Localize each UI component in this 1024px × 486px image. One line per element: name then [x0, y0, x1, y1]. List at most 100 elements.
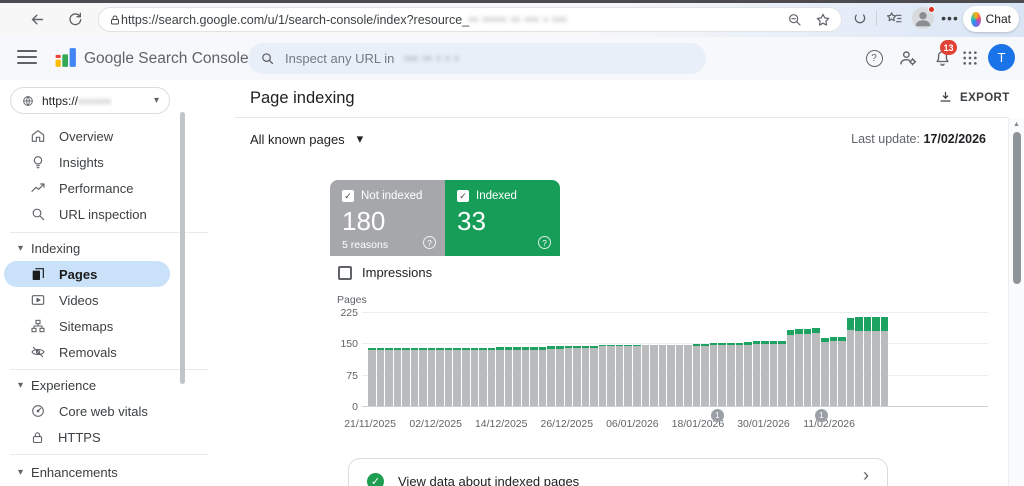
section-enhancements[interactable]: ▾ Enhancements [18, 462, 118, 482]
browser-profile-avatar[interactable] [912, 6, 935, 29]
chart-bar[interactable] [538, 347, 547, 406]
chart-bar[interactable] [744, 341, 752, 406]
chart-bar[interactable] [573, 345, 581, 406]
url-inspect-searchbox[interactable]: Inspect any URL in ••• •• • • • [248, 43, 706, 74]
google-apps-grid-icon[interactable] [958, 46, 982, 70]
chart-bar[interactable] [444, 347, 453, 406]
chart-bar[interactable] [829, 337, 838, 406]
chart-bar[interactable] [667, 344, 675, 406]
chart-bar[interactable] [709, 343, 718, 406]
chart-bar[interactable] [778, 340, 786, 406]
chart-bar[interactable] [615, 345, 624, 406]
copilot-chat-button[interactable]: Chat [963, 6, 1019, 32]
sidebar-item-sitemaps[interactable]: Sitemaps [0, 313, 190, 339]
chart-bar[interactable] [872, 317, 880, 406]
chart-bar[interactable] [521, 347, 530, 406]
address-bar[interactable]: https://search.google.com/u/1/search-con… [98, 7, 842, 32]
checkbox-checked-icon[interactable]: ✓ [457, 190, 469, 202]
refresh-icon[interactable] [64, 8, 86, 30]
help-icon[interactable]: ? [538, 236, 551, 249]
chart-bar[interactable] [368, 347, 376, 406]
page-filter-dropdown[interactable]: All known pages ▾ [250, 131, 363, 147]
chart-bar[interactable] [838, 336, 846, 406]
annotation-marker[interactable]: 1 [710, 409, 724, 422]
chart-bar[interactable] [795, 328, 803, 406]
menu-icon[interactable] [17, 50, 37, 64]
sidebar-item-videos[interactable]: Videos [0, 287, 190, 313]
section-experience[interactable]: ▾ Experience [18, 375, 96, 395]
chart-bar[interactable] [410, 347, 419, 406]
favorites-hub-icon[interactable] [884, 8, 904, 28]
chart-bar[interactable] [718, 343, 726, 406]
chart-bar[interactable] [547, 346, 556, 406]
chart-bar[interactable] [863, 317, 872, 406]
chart-bar[interactable] [855, 317, 863, 406]
export-button[interactable]: EXPORT [938, 90, 1010, 105]
chart-bar[interactable] [564, 345, 573, 406]
sidebar-item-overview[interactable]: Overview [0, 123, 190, 149]
chart-bar[interactable] [761, 341, 769, 406]
indexed-card[interactable]: ✓ Indexed 33 ? [445, 180, 560, 256]
chart-bar[interactable] [684, 344, 692, 406]
sidebar-item-core-web-vitals[interactable]: Core web vitals [0, 398, 190, 424]
chart-bar[interactable] [530, 347, 538, 406]
chart-bar[interactable] [735, 342, 744, 406]
not-indexed-card[interactable]: ✓ Not indexed 180 5 reasons ? [330, 180, 445, 256]
checkbox-checked-icon[interactable]: ✓ [342, 190, 354, 202]
chart-bar[interactable] [650, 344, 658, 406]
property-selector[interactable]: https://••••••• ▾ [10, 87, 170, 114]
help-icon[interactable]: ? [862, 46, 886, 70]
chart-bar[interactable] [658, 344, 667, 406]
chart-bar[interactable] [479, 347, 487, 406]
chart-bar[interactable] [385, 347, 393, 406]
chart-bar[interactable] [675, 344, 684, 406]
favorite-star-icon[interactable] [815, 12, 831, 28]
sidebar-item-url-inspection[interactable]: URL inspection [0, 201, 190, 227]
chart-bar[interactable] [786, 329, 795, 406]
browser-menu-icon[interactable]: ••• [940, 8, 960, 28]
chart-bar[interactable] [453, 347, 462, 406]
chart-bar[interactable] [496, 347, 504, 406]
chart-bar[interactable] [419, 347, 427, 406]
main-scrollbar[interactable]: ▲ [1008, 118, 1024, 486]
chart-bar[interactable] [393, 347, 402, 406]
chart-bar[interactable] [402, 347, 410, 406]
sidebar-item-removals[interactable]: Removals [0, 339, 190, 365]
chart-bar[interactable] [641, 344, 650, 406]
chart-bar[interactable] [376, 347, 385, 406]
chart-bar[interactable] [427, 347, 436, 406]
checkbox-unchecked-icon[interactable] [338, 265, 352, 280]
scroll-up-arrow-icon[interactable]: ▲ [1013, 121, 1020, 128]
chart-bar[interactable] [487, 347, 496, 406]
chart-bar[interactable] [504, 347, 513, 406]
help-icon[interactable]: ? [423, 236, 436, 249]
chart-bar[interactable] [590, 345, 598, 406]
chart-bar[interactable] [556, 346, 564, 406]
browser-essentials-icon[interactable] [850, 8, 870, 28]
sidebar-item-performance[interactable]: Performance [0, 175, 190, 201]
chart-bar[interactable] [513, 347, 521, 406]
sidebar-item-insights[interactable]: Insights [0, 149, 190, 175]
sidebar-item-https[interactable]: HTTPS [0, 424, 190, 450]
main-scrollbar-thumb[interactable] [1013, 132, 1021, 284]
chart-bar[interactable] [803, 328, 812, 406]
chevron-right-icon[interactable]: › [863, 465, 869, 486]
user-settings-icon[interactable] [896, 46, 920, 70]
chart-bar[interactable] [820, 337, 829, 406]
sidebar-item-pages[interactable]: Pages [4, 261, 170, 287]
impressions-toggle[interactable]: Impressions [338, 265, 432, 280]
account-avatar[interactable]: T [988, 44, 1015, 71]
zoom-out-icon[interactable] [787, 12, 803, 28]
chart-bar[interactable] [846, 317, 855, 406]
chart-bar[interactable] [436, 347, 444, 406]
back-icon[interactable] [26, 8, 48, 30]
section-indexing[interactable]: ▾ Indexing [18, 238, 80, 258]
chart-bar[interactable] [470, 347, 479, 406]
chart-bar[interactable] [692, 343, 701, 406]
chart-bar[interactable] [812, 328, 820, 406]
chart-bar[interactable] [632, 345, 641, 406]
chart-bar[interactable] [581, 345, 590, 406]
chart-bar[interactable] [726, 342, 735, 406]
chart-bar[interactable] [462, 347, 470, 406]
chart-bar[interactable] [607, 345, 615, 406]
